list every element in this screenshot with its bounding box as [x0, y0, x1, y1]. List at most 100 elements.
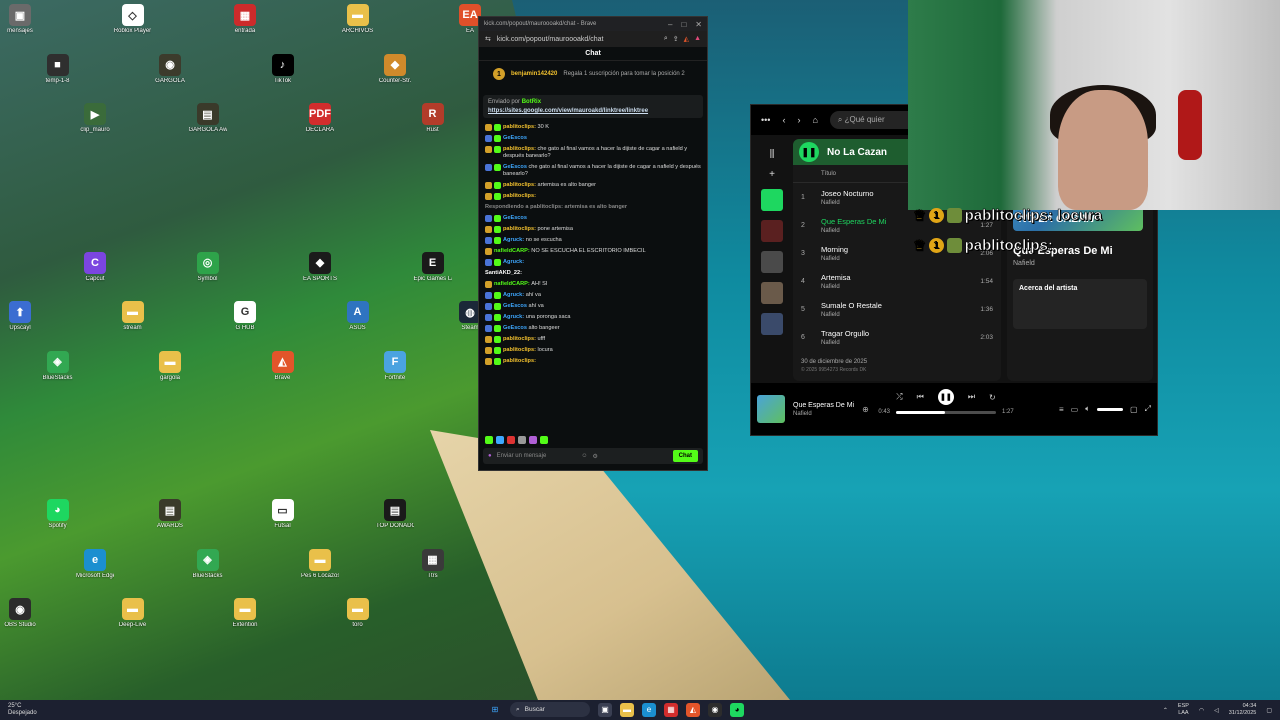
bar-track-title[interactable]: Que Esperas De Mi — [793, 402, 854, 409]
kick-chat-window[interactable]: kick.com/popout/mauroooakd/chat - Brave … — [478, 16, 708, 471]
chat-username[interactable]: pablitoclips: — [503, 193, 536, 199]
volume-slider[interactable] — [1097, 407, 1124, 411]
emote-icon[interactable] — [529, 436, 537, 444]
minimize-icon[interactable]: – — [668, 20, 672, 29]
volume-icon[interactable]: 🔈︎ — [1085, 404, 1090, 414]
track-row[interactable]: 6 Tragar Orgullo Nafield 2:03 — [793, 323, 1001, 351]
spotify-search[interactable]: ⌕ ¿Qué quier — [829, 111, 920, 129]
desktop-icon[interactable]: ▤ GARGOLA Awards — [189, 103, 227, 134]
chat-username[interactable]: Agruck: — [503, 292, 526, 298]
taskbar-search[interactable]: ⌕ Buscar — [510, 702, 590, 717]
bar-track-artist[interactable]: Nafield — [793, 411, 854, 417]
share-icon[interactable]: ⇪ — [673, 35, 679, 43]
chat-username[interactable]: Respondiendo a pablitoclips: artemisa es… — [485, 204, 627, 210]
emote-icon[interactable] — [485, 436, 493, 444]
desktop-icon[interactable]: ◇ Roblox Player — [114, 4, 151, 35]
task-view-icon[interactable]: ▣ — [598, 702, 612, 717]
desktop-icon[interactable]: ▣ mensajes — [2, 4, 38, 35]
app-icon[interactable]: ▦ — [664, 702, 678, 717]
forward-icon[interactable]: › — [797, 115, 800, 125]
track-artist[interactable]: Nafield — [821, 312, 882, 318]
chat-username[interactable]: GeEscos — [503, 325, 529, 331]
desktop-icon[interactable]: ◈ BlueStacks — [190, 548, 226, 580]
library-icon[interactable]: ⫼ — [770, 149, 775, 160]
track-row[interactable]: 5 Sumale O Restale Nafield 1:36 — [793, 295, 1001, 323]
desktop-icon[interactable]: ▬ Pes 6 Locazos — [301, 548, 339, 580]
desktop-icon[interactable]: ▶ clip_mauro — [77, 103, 113, 134]
speaker-icon[interactable]: ◁ — [1214, 707, 1219, 714]
desktop-icon[interactable]: ▤ TOP DONADORES GARGOLA AWARDS — [376, 499, 414, 530]
emote-icon[interactable] — [518, 436, 526, 444]
track-artist[interactable]: Nafield — [821, 340, 869, 346]
repeat-icon[interactable]: ↻ — [989, 393, 996, 402]
emoji-icon[interactable]: ☺ — [581, 453, 587, 459]
chat-username[interactable]: pablitoclips: — [503, 182, 538, 188]
weather-widget[interactable]: 25°C Despejado — [8, 703, 37, 717]
library-item[interactable] — [761, 220, 783, 242]
mic-icon[interactable]: ● — [488, 453, 492, 459]
chat-input[interactable]: ● Enviar un mensaje ☺ ⚙ Chat — [483, 448, 703, 464]
pinned-message[interactable]: Enviado por BotRix https://sites.google.… — [483, 95, 703, 118]
desktop-icon[interactable]: ◕ Spotify — [40, 499, 76, 530]
chat-username[interactable]: nafieldCARP: — [494, 281, 531, 287]
miniplayer-icon[interactable]: ▢ — [1130, 405, 1138, 414]
maximize-icon[interactable]: □ — [681, 20, 686, 29]
track-title[interactable]: Que Esperas De Mi — [821, 217, 886, 226]
desktop-icon[interactable]: ▭ Futsal — [265, 499, 301, 530]
chat-username[interactable]: pablitoclips: — [503, 226, 538, 232]
desktop-icon[interactable]: ◉ GARGOLA — [152, 53, 188, 85]
desktop-icon[interactable]: ▬ Extention — [227, 598, 263, 629]
chat-username[interactable]: GeEscos — [503, 164, 529, 170]
desktop-icon[interactable]: ▬ toro — [340, 598, 376, 629]
chat-username[interactable]: SantiAKD_22: — [485, 270, 522, 276]
emote-row[interactable] — [485, 436, 548, 444]
desktop-icon[interactable]: ◎ Symbol — [190, 251, 226, 283]
desktop-icon[interactable]: ▬ ARCHIVOS — [340, 4, 376, 35]
rewards-icon[interactable]: ▲ — [694, 35, 701, 43]
shuffle-icon[interactable]: ⤮ — [896, 392, 902, 402]
chat-username[interactable]: pablitoclips: — [503, 347, 538, 353]
progress[interactable]: 0:43 1:27 — [878, 409, 1013, 415]
track-title[interactable]: Morning — [821, 245, 848, 254]
library-item[interactable] — [761, 282, 783, 304]
track-artist[interactable]: Nafield — [821, 200, 874, 206]
chat-username[interactable]: GeEscos — [503, 135, 527, 141]
pause-button[interactable]: ❚❚ — [799, 142, 819, 162]
home-icon[interactable]: ⌂ — [812, 115, 817, 125]
desktop-icon[interactable]: ◆ Counter-Str. — [377, 53, 413, 85]
desktop-icon[interactable]: ▦ Ttrs — [415, 548, 451, 580]
track-title[interactable]: Tragar Orgullo — [821, 329, 869, 338]
desktop-icon[interactable]: ◈ BlueStacks — [40, 350, 76, 382]
file-explorer-icon[interactable]: ▬ — [620, 702, 634, 717]
url-text[interactable]: kick.com/popout/mauroooakd/chat — [497, 36, 604, 43]
mini-cover[interactable] — [757, 395, 785, 423]
chat-username[interactable]: pablitoclips: — [503, 146, 538, 152]
desktop-icon[interactable]: ⬆ Upscayl — [2, 301, 38, 332]
desktop-icon[interactable]: ♪ TikTok — [265, 53, 301, 85]
emote-icon[interactable] — [507, 436, 515, 444]
obs-icon[interactable]: ◉ — [708, 702, 722, 717]
desktop-icon[interactable]: ▦ entrada — [227, 4, 263, 35]
progress-bar[interactable] — [896, 410, 996, 414]
add-to-library-icon[interactable]: ⊕ — [862, 405, 869, 414]
notification-icon[interactable]: ▢ — [1266, 707, 1272, 714]
desktop-icon[interactable]: C Capcut — [77, 251, 113, 283]
sub-gift-leaderboard[interactable]: 1 benjamin142420 Regala 1 suscripción pa… — [479, 61, 707, 87]
chat-username[interactable]: pablitoclips: — [503, 358, 536, 364]
more-icon[interactable]: ••• — [761, 115, 770, 125]
desktop-icon[interactable]: ■ temp-1-8 — [40, 53, 76, 85]
address-bar[interactable]: ⇆ kick.com/popout/mauroooakd/chat ⌕ ⇪ ◭ ▲ — [479, 31, 707, 47]
desktop-icon[interactable]: ▬ stream — [115, 301, 151, 332]
edge-icon[interactable]: e — [642, 702, 656, 717]
chat-username[interactable]: GeEscos — [503, 303, 529, 309]
fullscreen-icon[interactable]: ⤢ — [1145, 404, 1151, 414]
library-item[interactable] — [761, 189, 783, 211]
now-playing-artist[interactable]: Nafield — [1013, 260, 1147, 267]
clock[interactable]: 04:34 31/12/2025 — [1229, 703, 1257, 717]
desktop-icon[interactable]: ▤ AWARDS — [152, 499, 188, 530]
tune-icon[interactable]: ⇆ — [485, 35, 491, 43]
track-artist[interactable]: Nafield — [821, 256, 848, 262]
track-title[interactable]: Joseo Nocturno — [821, 189, 874, 198]
spotify-icon[interactable]: ◕ — [730, 702, 744, 717]
send-chat-button[interactable]: Chat — [672, 450, 698, 462]
